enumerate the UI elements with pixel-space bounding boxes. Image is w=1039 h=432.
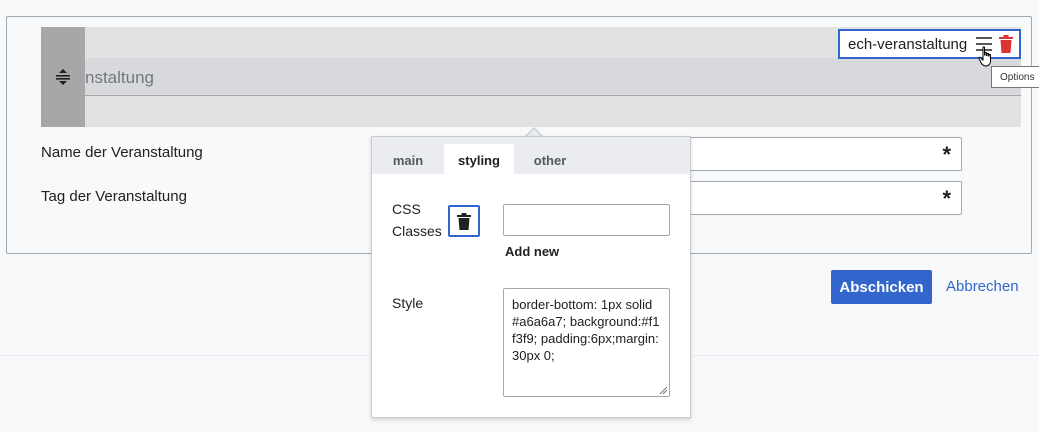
field-label-date: Tag der Veranstaltung (41, 188, 187, 205)
name-input[interactable]: * (684, 137, 962, 171)
css-classes-label-line1: CSS (392, 201, 421, 217)
hand-pointer-icon (978, 46, 991, 67)
section-header-bar (85, 58, 1021, 96)
section-title: nstaltung (85, 68, 154, 87)
submit-button[interactable]: Abschicken (831, 270, 932, 304)
drag-handle-icon (56, 69, 70, 85)
css-class-input[interactable] (503, 204, 670, 236)
element-tag-label: ech-veranstaltung (848, 35, 968, 53)
options-popup: main styling other CSS Classes Add new S… (371, 136, 691, 418)
cancel-button[interactable]: Abbrechen (946, 278, 1019, 295)
style-textarea[interactable]: border-bottom: 1px solid #a6a6a7; backgr… (503, 288, 670, 397)
tab-styling[interactable]: styling (444, 144, 514, 174)
style-label: Style (392, 295, 424, 311)
options-tooltip: Options (991, 66, 1039, 88)
trash-icon (457, 212, 471, 230)
delete-class-button[interactable] (448, 205, 480, 237)
tab-main[interactable]: main (380, 144, 436, 174)
required-marker: * (942, 186, 951, 211)
resize-grip-icon[interactable] (659, 386, 667, 394)
css-classes-label-line2: Classes (392, 223, 442, 239)
tab-other[interactable]: other (522, 144, 578, 174)
required-marker: * (942, 142, 951, 167)
drag-handle[interactable] (41, 27, 85, 127)
page: nstaltung ech-veranstaltung Options Name… (0, 0, 1039, 432)
style-value: border-bottom: 1px solid #a6a6a7; backgr… (512, 297, 660, 363)
trash-icon[interactable] (998, 35, 1014, 53)
add-class-button[interactable]: Add new (505, 244, 559, 259)
field-label-name: Name der Veranstaltung (41, 144, 203, 161)
date-input[interactable]: * (684, 181, 962, 215)
popup-tabbar: main styling other (372, 137, 690, 174)
